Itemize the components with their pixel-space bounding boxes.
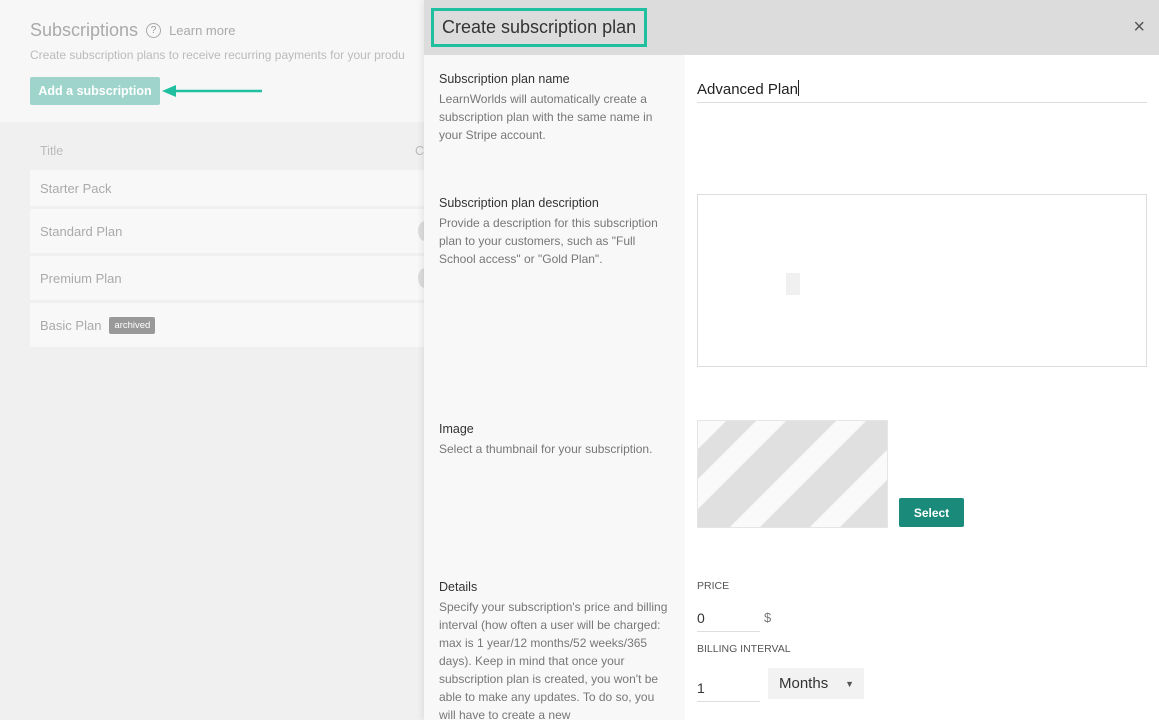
section-heading: Subscription plan description [439, 196, 599, 210]
section-heading: Image [439, 422, 474, 436]
interval-unit-value: Months [779, 675, 829, 692]
table-row[interactable]: Standard Plan [30, 209, 432, 253]
section-name: Subscription plan name LearnWorlds will … [439, 72, 674, 144]
panel-header: Create subscription plan × [424, 0, 1159, 55]
add-subscription-button[interactable]: Add a subscription [30, 77, 160, 105]
row-title: Standard Plan [40, 223, 123, 239]
section-help: LearnWorlds will automatically create a … [439, 92, 653, 142]
table-row[interactable]: Premium Plan [30, 256, 432, 300]
price-input[interactable]: 0 [697, 605, 760, 632]
create-subscription-panel: Create subscription plan × Subscription … [424, 0, 1159, 720]
section-help: Provide a description for this subscript… [439, 216, 658, 266]
page-title: Subscriptions ? Learn more [30, 20, 236, 41]
panel-title: Create subscription plan [431, 8, 648, 47]
learn-more-link[interactable]: Learn more [169, 23, 235, 38]
row-title: Premium Plan [40, 270, 122, 286]
help-icon[interactable]: ? [146, 23, 162, 38]
price-label: PRICE [697, 580, 730, 592]
table-header: Title C [30, 132, 430, 170]
section-heading: Subscription plan name [439, 72, 570, 86]
interval-unit-select[interactable]: Months ▼ [768, 668, 864, 699]
plan-name-input[interactable]: Advanced Plan [697, 72, 1147, 103]
table-row[interactable]: Basic Plan archived [30, 303, 430, 347]
row-title: Basic Plan [40, 317, 102, 333]
billing-interval-input[interactable]: 1 [697, 675, 760, 702]
section-description: Subscription plan description Provide a … [439, 196, 674, 268]
section-image: Image Select a thumbnail for your subscr… [439, 422, 674, 458]
section-heading: Details [439, 580, 478, 594]
row-title: Starter Pack [40, 180, 112, 196]
plan-name-value: Advanced Plan [697, 81, 798, 98]
striped-placeholder-icon [698, 421, 887, 527]
archived-badge: archived [109, 316, 156, 334]
close-icon[interactable]: × [1133, 16, 1145, 39]
section-help: Specify your subscription's price and bi… [439, 600, 668, 720]
column-2: C [415, 144, 425, 158]
table-row[interactable]: Starter Pack [30, 170, 430, 206]
plan-description-textarea[interactable] [697, 194, 1147, 367]
page-subtitle: Create subscription plans to receive rec… [30, 48, 405, 62]
section-help: Select a thumbnail for your subscription… [439, 442, 653, 456]
currency-symbol: $ [764, 610, 772, 625]
billing-interval-label: BILLING INTERVAL [697, 643, 791, 655]
column-title: Title [40, 144, 64, 158]
help-column: Subscription plan name LearnWorlds will … [424, 55, 685, 720]
thumbnail-placeholder [697, 420, 888, 528]
page-title-text: Subscriptions [30, 20, 139, 40]
text-caret [797, 80, 799, 96]
arrow-left-icon [162, 85, 262, 97]
text-cursor-marker [786, 273, 800, 295]
chevron-down-icon: ▼ [845, 678, 854, 689]
section-details: Details Specify your subscription's pric… [439, 580, 674, 720]
select-image-button[interactable]: Select [899, 498, 964, 527]
subscriptions-table: Title C Starter Pack Standard Plan Premi… [30, 132, 432, 350]
